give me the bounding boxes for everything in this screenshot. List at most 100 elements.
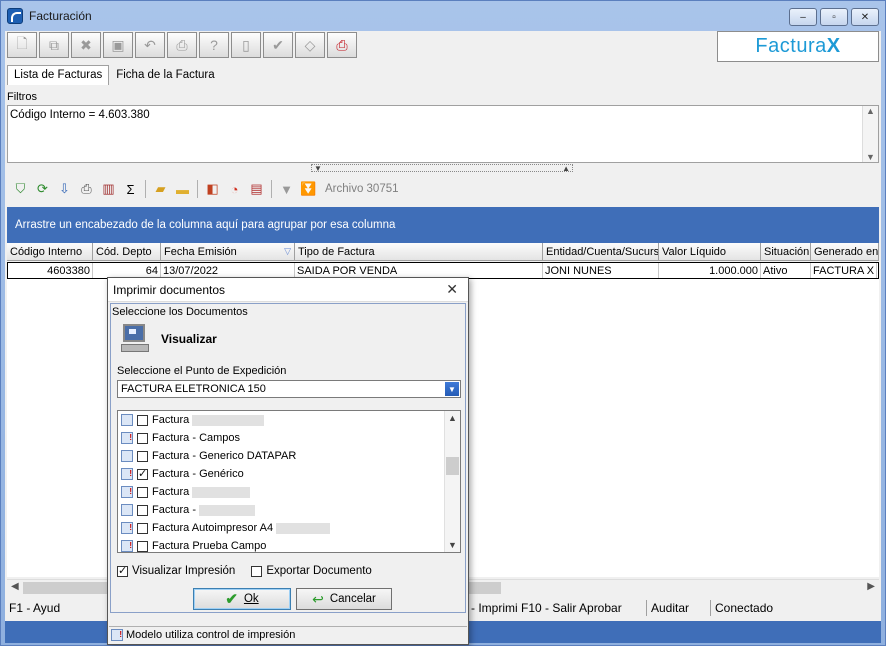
document-checkbox[interactable] xyxy=(137,486,148,498)
tab-strip: Lista de Facturas Ficha de la Factura xyxy=(7,65,222,85)
list-item[interactable]: ! Factura Prueba Campo xyxy=(118,537,460,552)
scroll-right-icon[interactable]: ▶ xyxy=(867,581,875,592)
document-checkbox[interactable] xyxy=(137,467,148,480)
visualizar-heading: Visualizar xyxy=(161,332,217,346)
scroll-up-icon[interactable]: ▲ xyxy=(448,413,457,423)
scroll-down-icon[interactable]: ▼ xyxy=(448,540,457,550)
document-checkbox[interactable] xyxy=(137,432,148,444)
column-header[interactable]: Tipo de Factura xyxy=(295,243,543,260)
column-header[interactable]: Situación xyxy=(761,243,811,260)
exit-door-icon[interactable]: ▯ xyxy=(231,32,261,58)
help-icon[interactable]: ? xyxy=(199,32,229,58)
filters-scrollbar[interactable]: ▲ ▼ xyxy=(862,106,878,162)
copy-icon[interactable]: ⧉ xyxy=(39,32,69,58)
save-icon[interactable]: ▣ xyxy=(103,32,133,58)
cell-situacion[interactable]: Ativo xyxy=(761,263,811,278)
list-item[interactable]: ! Factura - Campos xyxy=(118,429,460,447)
list-item[interactable]: ! Factura Autoimpresor A4 xyxy=(118,519,460,537)
cell-codigo[interactable]: 4603380 xyxy=(8,263,93,278)
document-checkbox[interactable] xyxy=(137,540,148,552)
clock-icon[interactable]: ◔ xyxy=(225,180,244,199)
scroll-up-icon[interactable]: ▲ xyxy=(866,106,875,116)
document-checkbox[interactable] xyxy=(137,522,148,534)
open-folder-icon[interactable]: ▰ xyxy=(151,180,170,199)
brand-x: X xyxy=(826,35,841,57)
tab-lista-facturas[interactable]: Lista de Facturas xyxy=(7,65,110,85)
document-label: Factura - Campos xyxy=(152,432,241,444)
column-header[interactable]: Código Interno xyxy=(7,243,93,260)
documents-scrollbar[interactable]: ▲ ▼ xyxy=(444,411,460,552)
list-item[interactable]: Factura - xyxy=(118,501,460,519)
document-warning-icon: ! xyxy=(121,468,133,480)
status-shortcuts: - Imprimi F10 - Salir Aprobar xyxy=(467,600,647,616)
splitter-up-icon[interactable]: ▲ xyxy=(562,164,570,173)
list-item[interactable]: Factura xyxy=(118,411,460,429)
scrollbar-thumb[interactable] xyxy=(446,457,459,475)
export-icon[interactable]: ⇩ xyxy=(55,180,74,199)
grid-header: Código Interno Cód. Depto Fecha Emisión ▽… xyxy=(7,243,879,261)
cell-generado[interactable]: FACTURA X xyxy=(811,263,877,278)
folder-icon[interactable]: ▬ xyxy=(173,180,192,199)
punto-expedicion-label: Seleccione el Punto de Expedición xyxy=(117,365,287,377)
undo-icon[interactable]: ↶ xyxy=(135,32,165,58)
print-icon[interactable]: ⎙ xyxy=(167,32,197,58)
column-header[interactable]: Generado en xyxy=(811,243,879,260)
arrow-down-end-icon[interactable]: ⏬ xyxy=(299,180,318,199)
column-header[interactable]: Cód. Depto xyxy=(93,243,161,260)
visualizar-impresion-checkbox[interactable] xyxy=(117,564,128,577)
redacted-text xyxy=(192,414,265,426)
fiscal-printer-icon[interactable]: ⎙ xyxy=(327,32,357,58)
cancel-button[interactable]: ↩ Cancelar xyxy=(296,588,392,610)
dialog-title: Imprimir documentos xyxy=(113,282,226,297)
maximize-button[interactable]: ▫ xyxy=(820,8,848,26)
column-header-fecha[interactable]: Fecha Emisión ▽ xyxy=(161,243,295,260)
columns-icon[interactable]: ▥ xyxy=(99,180,118,199)
cell-entidad[interactable]: JONI NUNES xyxy=(543,263,659,278)
cell-valor[interactable]: 1.000.000 xyxy=(659,263,761,278)
punto-expedicion-select[interactable]: FACTURA ELETRONICA 150 ▼ xyxy=(117,380,461,398)
exportar-documento-option[interactable]: Exportar Documento xyxy=(251,565,372,577)
list-item[interactable]: Factura - Generico DATAPAR xyxy=(118,447,460,465)
splitter-down-icon[interactable]: ▼ xyxy=(314,164,322,173)
eraser-icon[interactable]: ◇ xyxy=(295,32,325,58)
report-icon[interactable]: ▤ xyxy=(247,180,266,199)
close-button[interactable]: ✕ xyxy=(851,8,879,26)
dialog-close-icon[interactable]: ✕ xyxy=(446,281,458,298)
arrow-down-icon[interactable]: ▼ xyxy=(277,180,296,199)
filters-textarea[interactable]: Código Interno = 4.603.380 ▲ ▼ xyxy=(7,105,879,163)
exportar-documento-checkbox[interactable] xyxy=(251,565,263,577)
cell-fecha[interactable]: 13/07/2022 xyxy=(161,263,295,278)
document-label: Factura xyxy=(152,414,190,426)
filter-icon[interactable]: ⛉ xyxy=(11,180,30,199)
documents-list[interactable]: Factura ! Factura - Campos Factura - Gen… xyxy=(117,410,461,553)
column-header[interactable]: Valor Líquido xyxy=(659,243,761,260)
list-item[interactable]: ! Factura - Genérico xyxy=(118,465,460,483)
document-checkbox[interactable] xyxy=(137,504,148,516)
document-label: Factura - Genérico xyxy=(152,468,244,480)
tab-ficha-factura[interactable]: Ficha de la Factura xyxy=(109,65,221,85)
scroll-down-icon[interactable]: ▼ xyxy=(866,152,875,162)
new-icon[interactable]: 🗋 xyxy=(7,32,37,58)
dialog-status-text: Modelo utiliza control de impresión xyxy=(126,629,296,641)
group-by-panel[interactable]: Arrastre un encabezado de la columna aqu… xyxy=(7,207,879,243)
list-item[interactable]: ! Factura xyxy=(118,483,460,501)
print-list-icon[interactable]: ⎙ xyxy=(77,180,96,199)
document-icon xyxy=(121,450,133,462)
cell-depto[interactable]: 64 xyxy=(93,263,161,278)
refresh-icon[interactable]: ⟳ xyxy=(33,180,52,199)
ok-button[interactable]: ✔ Ok xyxy=(193,588,291,610)
document-checkbox[interactable] xyxy=(137,414,148,426)
minimize-button[interactable]: – xyxy=(789,8,817,26)
chevron-down-icon[interactable]: ▼ xyxy=(445,382,459,396)
documents-icon[interactable]: ◧ xyxy=(203,180,222,199)
approve-check-icon[interactable]: ✔ xyxy=(263,32,293,58)
visualizar-impresion-option[interactable]: Visualizar Impresión xyxy=(117,564,235,577)
document-checkbox[interactable] xyxy=(137,450,148,462)
cell-tipo[interactable]: SAIDA POR VENDA xyxy=(295,263,543,278)
sum-icon[interactable]: Σ xyxy=(121,180,140,199)
scroll-left-icon[interactable]: ◀ xyxy=(11,581,19,592)
column-header[interactable]: Entidad/Cuenta/Sucursal xyxy=(543,243,659,260)
document-label: Factura Prueba Campo xyxy=(152,540,267,552)
panel-splitter[interactable]: ▼ ▲ xyxy=(311,164,573,173)
delete-icon[interactable]: ✖ xyxy=(71,32,101,58)
